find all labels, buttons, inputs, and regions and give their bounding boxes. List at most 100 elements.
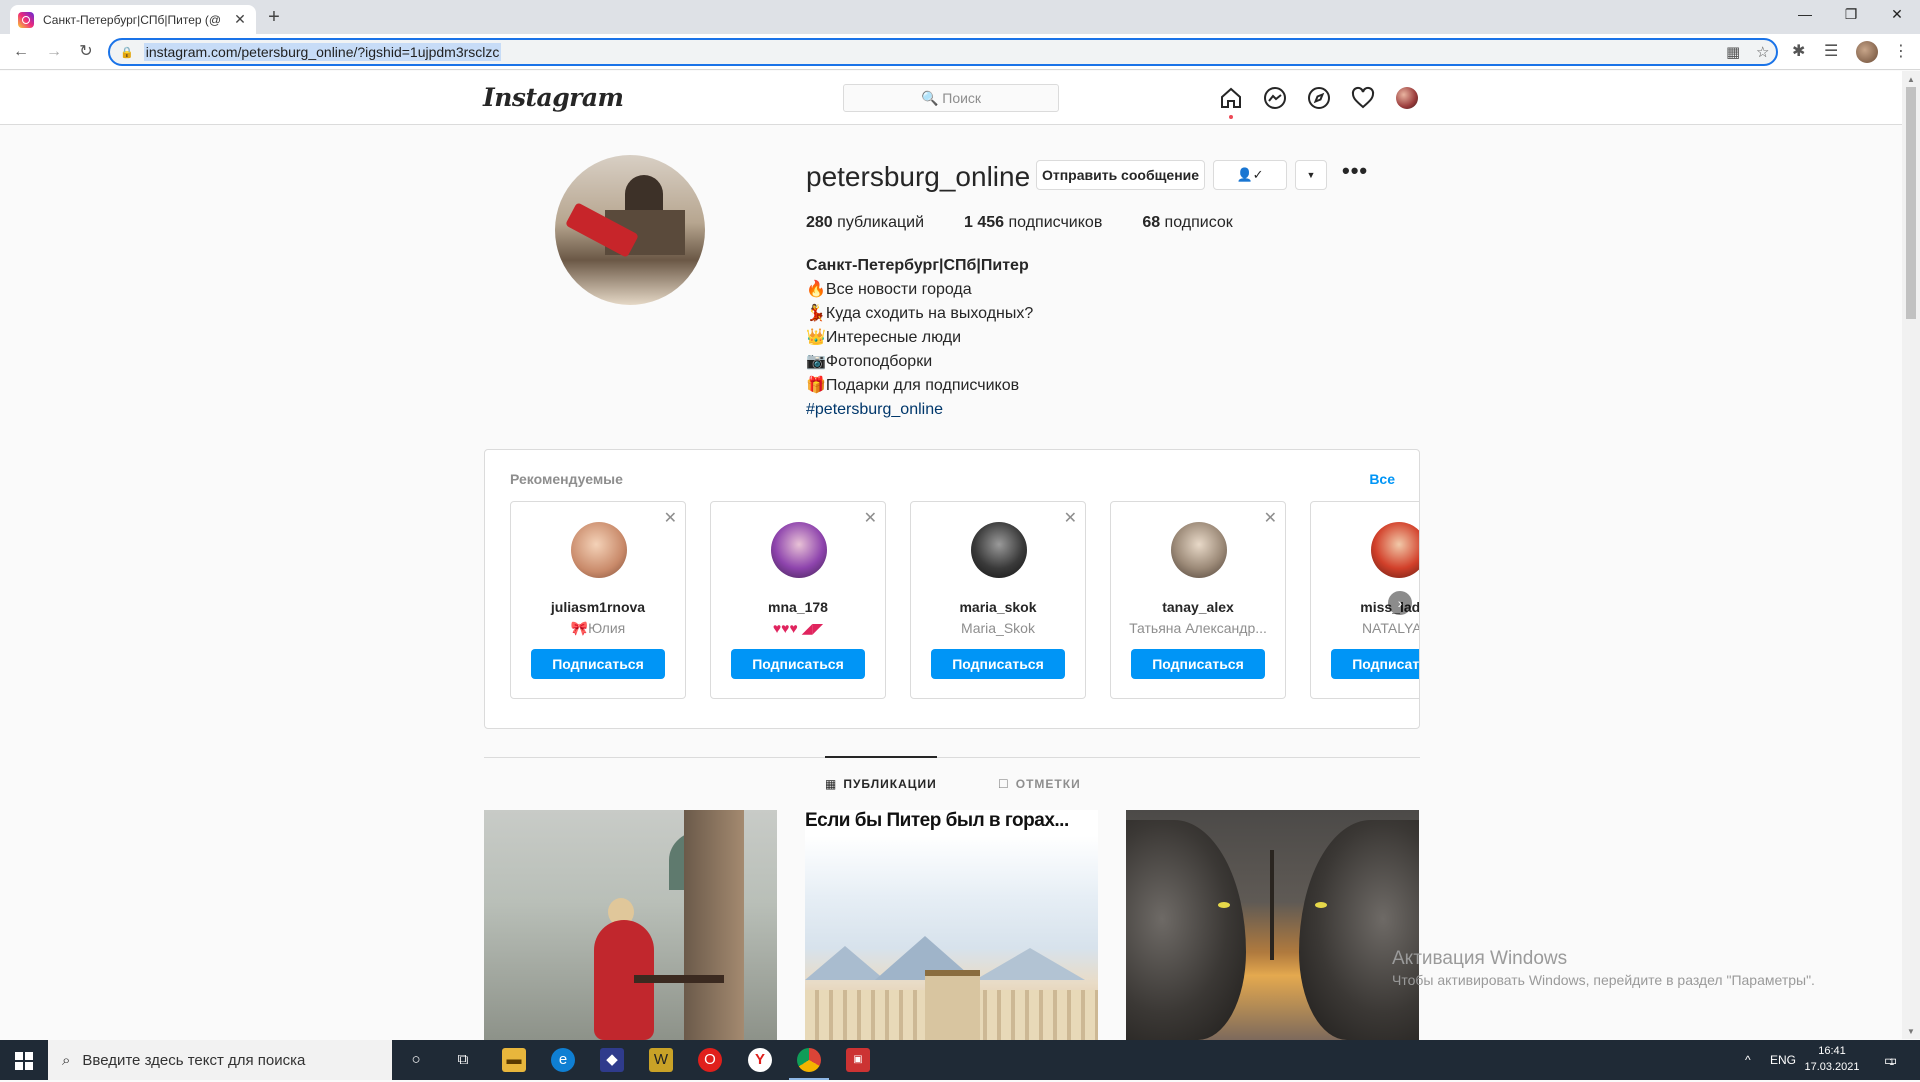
activity-heart-icon[interactable]	[1351, 86, 1375, 110]
tab-close-icon[interactable]: ✕	[232, 11, 248, 28]
suggestions-dropdown-button[interactable]: ▼	[1295, 160, 1327, 190]
post-cafe-table	[634, 975, 724, 983]
tray-expand-icon[interactable]: ^	[1745, 1040, 1751, 1080]
taskbar-search-input[interactable]: ⌕ Введите здесь текст для поиска	[48, 1040, 392, 1080]
see-all-link[interactable]: Все	[1369, 471, 1395, 487]
menu-kebab-icon[interactable]: ⋮	[1893, 41, 1909, 61]
post-thumbnail[interactable]	[484, 810, 777, 1040]
follow-button[interactable]: Подписаться	[1131, 649, 1265, 679]
file-explorer-icon[interactable]: ▬	[502, 1048, 526, 1072]
suggestion-avatar[interactable]	[1171, 522, 1227, 578]
post-thumbnail[interactable]	[1126, 810, 1419, 1040]
suggestion-avatar[interactable]	[1371, 522, 1419, 578]
start-logo-pane	[15, 1062, 23, 1070]
explore-compass-icon[interactable]	[1307, 86, 1331, 110]
bookmark-star-icon[interactable]: ☆	[1756, 43, 1769, 61]
more-options-icon[interactable]: •••	[1342, 160, 1368, 190]
profile-avatar[interactable]	[555, 155, 705, 305]
post-thumbnail[interactable]: Если бы Питер был в горах...	[805, 810, 1098, 1040]
windows-activation-title: Активация Windows	[1392, 948, 1568, 969]
reload-icon[interactable]: ↻	[74, 40, 98, 64]
cortana-icon[interactable]: ○	[404, 1048, 428, 1072]
scroll-up-icon[interactable]: ▲	[1907, 75, 1915, 84]
url-text[interactable]: instagram.com/petersburg_online/?igshid=…	[143, 43, 502, 61]
profile-full-name: Санкт-Петербург|СПб|Питер	[806, 257, 1029, 274]
send-message-button[interactable]: Отправить сообщение	[1036, 160, 1205, 190]
following-count[interactable]: 68 подписок	[1142, 214, 1232, 232]
instagram-logo[interactable]: Instagram	[483, 83, 624, 112]
address-bar[interactable]: 🔒 instagram.com/petersburg_online/?igshi…	[108, 38, 1778, 66]
suggestion-avatar[interactable]	[771, 522, 827, 578]
messenger-icon[interactable]	[1263, 86, 1287, 110]
followers-count-number: 1 456	[964, 214, 1005, 231]
dismiss-close-icon[interactable]: ✕	[1064, 508, 1077, 528]
suggestion-username[interactable]: juliasm1rnova	[511, 599, 685, 615]
user-avatar[interactable]	[1396, 87, 1418, 109]
page-scrollbar[interactable]: ▲ ▼	[1902, 71, 1920, 1039]
post-gargoyle-eye	[1315, 902, 1327, 908]
search-input[interactable]: 🔍 Поиск	[843, 84, 1059, 112]
post-mountain	[805, 946, 885, 980]
bio-hashtag-link[interactable]: #petersburg_online	[806, 398, 1033, 422]
notifications-icon[interactable]: ▭1	[1884, 1040, 1897, 1080]
windows-activation-text: Чтобы активировать Windows, перейдите в …	[1392, 972, 1815, 988]
back-arrow-icon[interactable]: ←	[9, 40, 33, 64]
tab-posts[interactable]: ▦ ПУБЛИКАЦИИ	[825, 777, 937, 791]
chrome-icon[interactable]	[797, 1048, 821, 1072]
suggestion-username[interactable]: mna_178	[711, 599, 885, 615]
bio-line: 🔥Все новости города	[806, 281, 972, 298]
carousel-next-arrow-icon[interactable]: ›	[1388, 591, 1412, 615]
grid-icon: ▦	[825, 777, 838, 791]
suggestion-username[interactable]: tanay_alex	[1111, 599, 1285, 615]
tab-tagged-label: ОТМЕТКИ	[1015, 777, 1081, 791]
app-icon[interactable]: ◆	[600, 1048, 624, 1072]
follow-button[interactable]: Подписаться	[531, 649, 665, 679]
suggestion-avatar[interactable]	[971, 522, 1027, 578]
minimize-button[interactable]: —	[1782, 0, 1828, 30]
start-logo-pane	[25, 1052, 33, 1060]
new-tab-button[interactable]: +	[262, 6, 286, 30]
bio-line: 📷Фотоподборки	[806, 353, 933, 370]
forward-arrow-icon[interactable]: →	[42, 40, 66, 64]
instagram-favicon-icon	[18, 11, 34, 28]
yandex-browser-icon[interactable]: Y	[748, 1048, 772, 1072]
reading-list-icon[interactable]: ☰	[1824, 41, 1838, 61]
scrollbar-thumb[interactable]	[1906, 87, 1916, 319]
post-gargoyle-right	[1299, 820, 1419, 1040]
app-icon[interactable]: ▣	[846, 1048, 870, 1072]
browser-profile-avatar[interactable]	[1856, 41, 1878, 63]
qr-code-icon[interactable]: ▦	[1726, 43, 1740, 61]
edge-icon[interactable]: e	[551, 1048, 575, 1072]
home-icon[interactable]	[1219, 86, 1243, 110]
tab-tagged[interactable]: ☐ ОТМЕТКИ	[998, 777, 1081, 791]
windows-start-icon[interactable]	[0, 1040, 48, 1080]
instagram-header: Instagram 🔍 Поиск	[0, 71, 1902, 125]
post-gargoyle-eye	[1218, 902, 1230, 908]
following-status-button[interactable]: 👤✓	[1213, 160, 1287, 190]
browser-toolbar: ← → ↻ 🔒 instagram.com/petersburg_online/…	[0, 34, 1920, 70]
taskbar-clock[interactable]: 16:41 17.03.2021	[1790, 1043, 1874, 1075]
winrar-icon[interactable]: W	[649, 1048, 673, 1072]
dismiss-close-icon[interactable]: ✕	[1264, 508, 1277, 528]
clock-time: 16:41	[1818, 1045, 1846, 1057]
follow-button[interactable]: Подписаться	[1331, 649, 1419, 679]
followers-count[interactable]: 1 456 подписчиков	[964, 214, 1102, 232]
extensions-icon[interactable]: ✱	[1792, 41, 1805, 61]
follow-button[interactable]: Подписаться	[731, 649, 865, 679]
task-view-icon[interactable]: ⧉	[451, 1048, 475, 1072]
scroll-down-icon[interactable]: ▼	[1907, 1027, 1915, 1036]
bio-line: 🎁Подарки для подписчиков	[806, 377, 1020, 394]
suggestion-username[interactable]: maria_skok	[911, 599, 1085, 615]
close-window-button[interactable]: ✕	[1874, 0, 1920, 30]
dismiss-close-icon[interactable]: ✕	[864, 508, 877, 528]
browser-tab[interactable]: Санкт-Петербург|СПб|Питер (@ ✕	[10, 5, 256, 34]
suggestion-avatar[interactable]	[571, 522, 627, 578]
restore-button[interactable]: ❐	[1828, 0, 1874, 30]
lock-icon: 🔒	[120, 46, 134, 59]
suggested-accounts-panel: Рекомендуемые Все ✕ juliasm1rnova 🎀Юлия …	[484, 449, 1420, 729]
suggestion-card: ✕ mna_178 ♥♥♥ ◢◤ Подписаться	[710, 501, 886, 699]
dismiss-close-icon[interactable]: ✕	[664, 508, 677, 528]
opera-icon[interactable]: O	[698, 1048, 722, 1072]
post-caption: Если бы Питер был в горах...	[805, 810, 1069, 831]
follow-button[interactable]: Подписаться	[931, 649, 1065, 679]
